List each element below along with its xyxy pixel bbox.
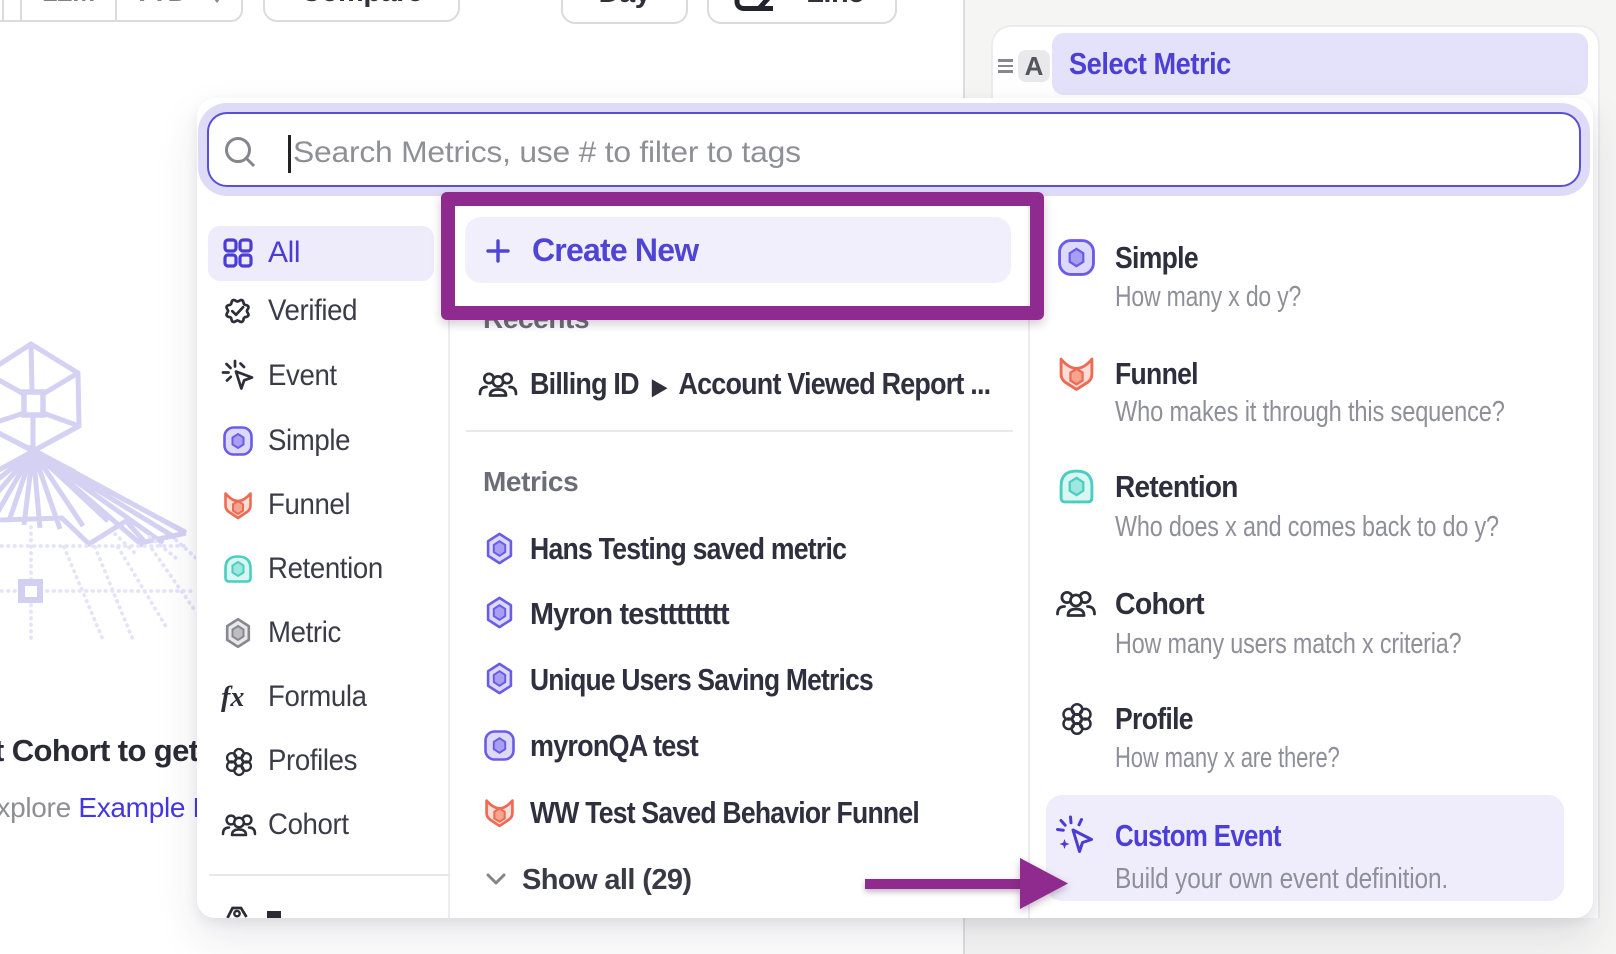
svg-text:fx: fx: [221, 682, 244, 712]
